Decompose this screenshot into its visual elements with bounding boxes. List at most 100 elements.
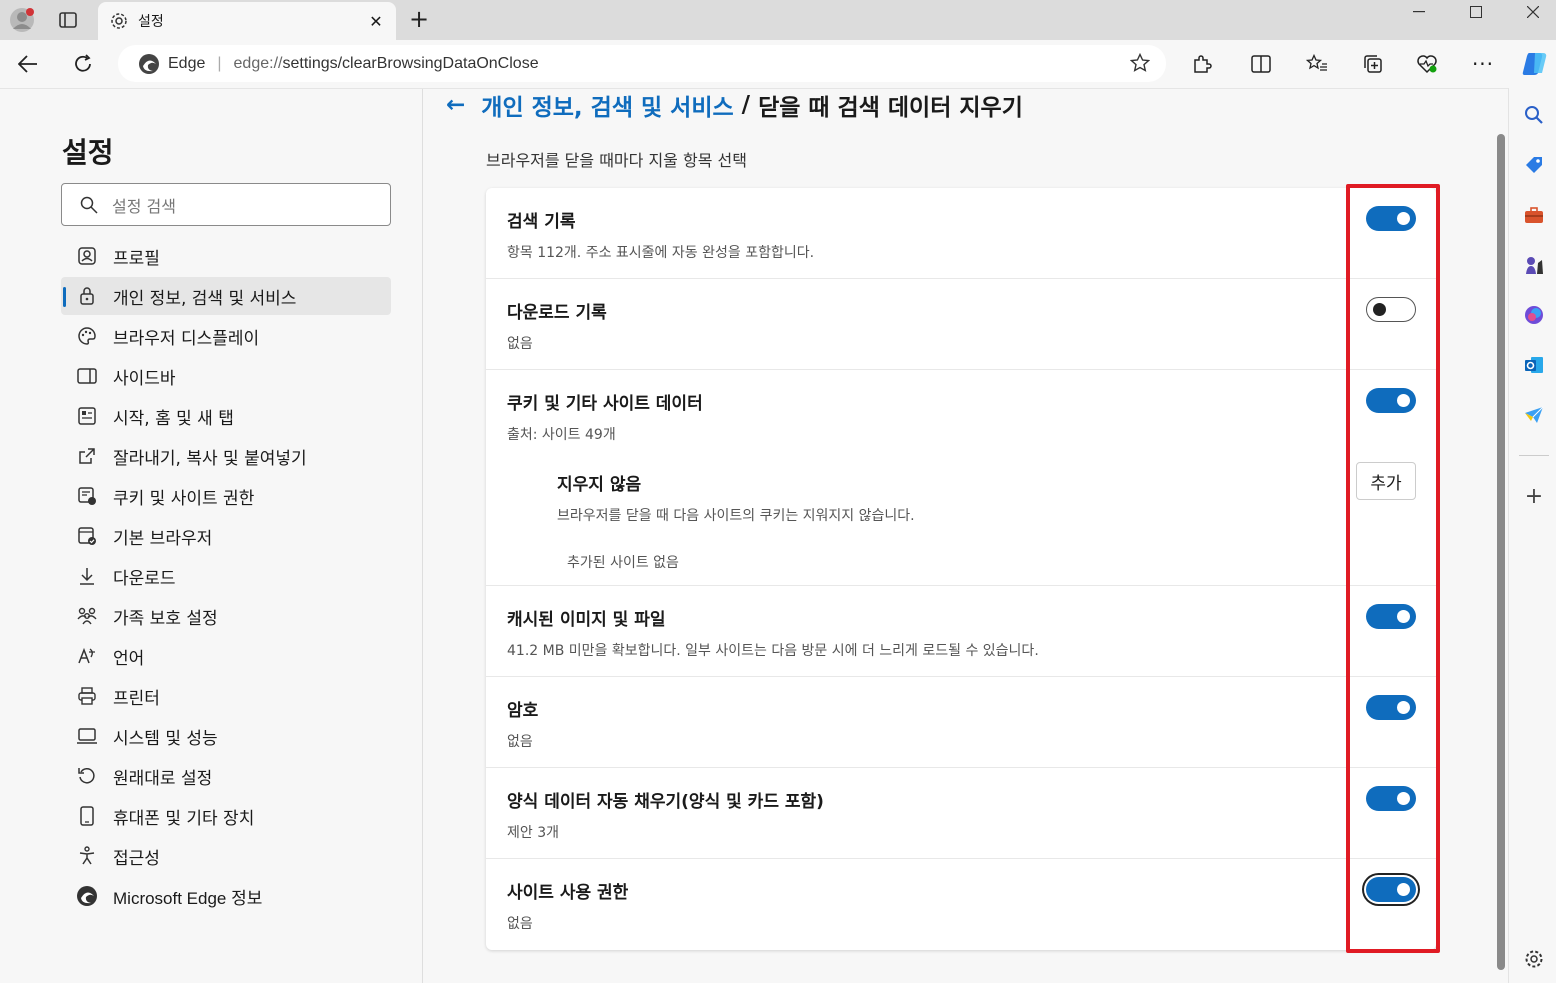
copilot-button[interactable] [1518, 48, 1552, 80]
nav-item-phone[interactable]: 휴대폰 및 기타 장치 [61, 797, 391, 835]
shopping-tag-icon[interactable] [1521, 152, 1547, 178]
setting-row-cached-images: 캐시된 이미지 및 파일 41.2 MB 미만을 확보합니다. 일부 사이트는 … [486, 586, 1436, 677]
favorites-button[interactable] [1300, 48, 1334, 80]
home-icon [75, 404, 99, 428]
printer-icon [75, 684, 99, 708]
cached-images-toggle[interactable] [1366, 604, 1416, 629]
breadcrumb-parent-link[interactable]: 개인 정보, 검색 및 서비스 [481, 88, 733, 122]
tab-actions-button[interactable] [50, 4, 86, 36]
row-title: 암호 [507, 701, 539, 721]
passwords-toggle[interactable] [1366, 695, 1416, 720]
nav-item-language[interactable]: 언어 [61, 637, 391, 675]
sidebar-search-icon[interactable] [1521, 102, 1547, 128]
nav-item-default-browser[interactable]: 기본 브라우저 [61, 517, 391, 555]
nav-item-printer[interactable]: 프린터 [61, 677, 391, 715]
nav-item-label: 가족 보호 설정 [113, 608, 218, 629]
exceptions-title: 지우지 않음 [557, 475, 642, 495]
profile-avatar[interactable] [4, 4, 40, 36]
url-path: settings/clearBrowsingDataOnClose [282, 54, 539, 72]
exceptions-desc: 브라우저를 닫을 때 다음 사이트의 쿠키는 지워지지 않습니다. [557, 508, 915, 524]
site-permissions-toggle[interactable] [1366, 877, 1416, 902]
download-history-toggle[interactable] [1366, 297, 1416, 322]
extensions-button[interactable] [1185, 48, 1219, 80]
heart-pulse-icon [1417, 55, 1437, 74]
outlook-icon[interactable] [1521, 352, 1547, 378]
edge-logo-icon [139, 53, 159, 74]
nav-item-reset[interactable]: 원래대로 설정 [61, 757, 391, 795]
nav-item-label: 잘라내기, 복사 및 붙여넣기 [113, 448, 307, 469]
nav-item-lock[interactable]: 개인 정보, 검색 및 서비스 [61, 277, 391, 315]
nav-item-label: 쿠키 및 사이트 권한 [113, 488, 255, 509]
row-desc: 출처: 사이트 49개 [507, 427, 616, 443]
refresh-button[interactable] [66, 48, 100, 80]
laptop-icon [75, 724, 99, 748]
minimize-button[interactable] [1396, 0, 1442, 24]
close-tab-icon[interactable]: ✕ [362, 12, 390, 31]
nav-item-label: 시작, 홈 및 새 탭 [113, 408, 234, 429]
nav-item-download[interactable]: 다운로드 [61, 557, 391, 595]
nav-item-accessibility[interactable]: 접근성 [61, 837, 391, 875]
nav-item-sidebar[interactable]: 사이드바 [61, 357, 391, 395]
nav-item-palette[interactable]: 브라우저 디스플레이 [61, 317, 391, 355]
microsoft-365-icon[interactable] [1521, 302, 1547, 328]
settings-search-input[interactable]: 설정 검색 [61, 183, 391, 226]
new-tab-button[interactable]: + [404, 5, 434, 35]
setting-row-download-history: 다운로드 기록 없음 [486, 279, 1436, 370]
default-browser-icon [75, 524, 99, 548]
favorite-star-icon[interactable] [1129, 52, 1151, 78]
back-arrow-icon [18, 55, 37, 73]
accessibility-icon [75, 844, 99, 868]
back-button[interactable] [11, 48, 45, 80]
nav-item-edge-logo[interactable]: Microsoft Edge 정보 [61, 877, 391, 915]
breadcrumb: ← 개인 정보, 검색 및 서비스 / 닫을 때 검색 데이터 지우기 [446, 89, 1023, 121]
collections-button[interactable] [1356, 48, 1390, 80]
more-menu-button[interactable]: ··· [1466, 48, 1500, 80]
autofill-toggle[interactable] [1366, 786, 1416, 811]
back-arrow-icon[interactable]: ← [446, 92, 465, 118]
nav-item-label: 원래대로 설정 [113, 768, 213, 789]
edge-logo-icon [75, 884, 99, 908]
add-site-button[interactable]: 추가 [1356, 462, 1416, 500]
site-permissions-icon [75, 484, 99, 508]
row-title: 쿠키 및 기타 사이트 데이터 [507, 394, 703, 414]
setting-row-site-permissions: 사이트 사용 권한 없음 [486, 859, 1436, 950]
url-scheme: edge:// [233, 54, 283, 72]
nav-item-label: 시스템 및 성능 [113, 728, 218, 749]
address-bar[interactable]: Edge | edge:// settings/clearBrowsingDat… [118, 45, 1166, 82]
cookies-toggle[interactable] [1366, 388, 1416, 413]
search-icon [80, 196, 98, 214]
nav-item-label: 개인 정보, 검색 및 서비스 [113, 288, 297, 309]
browsing-history-toggle[interactable] [1366, 206, 1416, 231]
row-title: 캐시된 이미지 및 파일 [507, 610, 666, 630]
puzzle-icon [1194, 55, 1212, 73]
sidebar-settings-gear-icon[interactable] [1521, 946, 1547, 972]
refresh-icon [75, 54, 91, 72]
split-screen-button[interactable] [1244, 48, 1278, 80]
row-title: 다운로드 기록 [507, 303, 607, 323]
nav-item-label: 휴대폰 및 기타 장치 [113, 808, 255, 829]
setting-row-browsing-history: 검색 기록 항목 112개. 주소 표시줄에 자동 완성을 포함합니다. [486, 188, 1436, 279]
nav-item-site-permissions[interactable]: 쿠키 및 사이트 권한 [61, 477, 391, 515]
send-plane-icon[interactable] [1521, 402, 1547, 428]
nav-item-family[interactable]: 가족 보호 설정 [61, 597, 391, 635]
browser-essentials-button[interactable] [1410, 48, 1444, 80]
games-chess-icon[interactable] [1521, 252, 1547, 278]
profile-icon [75, 244, 99, 268]
nav-item-share[interactable]: 잘라내기, 복사 및 붙여넣기 [61, 437, 391, 475]
close-window-button[interactable] [1510, 0, 1556, 24]
gear-icon [111, 13, 127, 29]
family-icon [75, 604, 99, 628]
nav-item-home[interactable]: 시작, 홈 및 새 탭 [61, 397, 391, 435]
nav-item-laptop[interactable]: 시스템 및 성능 [61, 717, 391, 755]
nav-item-label: 접근성 [113, 848, 160, 869]
collections-icon [1364, 55, 1382, 73]
page-scrollbar[interactable] [1497, 134, 1505, 970]
tools-briefcase-icon[interactable] [1521, 202, 1547, 228]
maximize-button[interactable] [1453, 0, 1499, 24]
page-title: 닫을 때 검색 데이터 지우기 [758, 95, 1023, 121]
nav-item-label: 프린터 [113, 688, 160, 709]
active-tab[interactable]: 설정 ✕ [98, 2, 396, 40]
lock-icon [75, 284, 99, 308]
nav-item-profile[interactable]: 프로필 [61, 237, 391, 275]
add-sidebar-app-icon[interactable]: + [1521, 483, 1547, 509]
